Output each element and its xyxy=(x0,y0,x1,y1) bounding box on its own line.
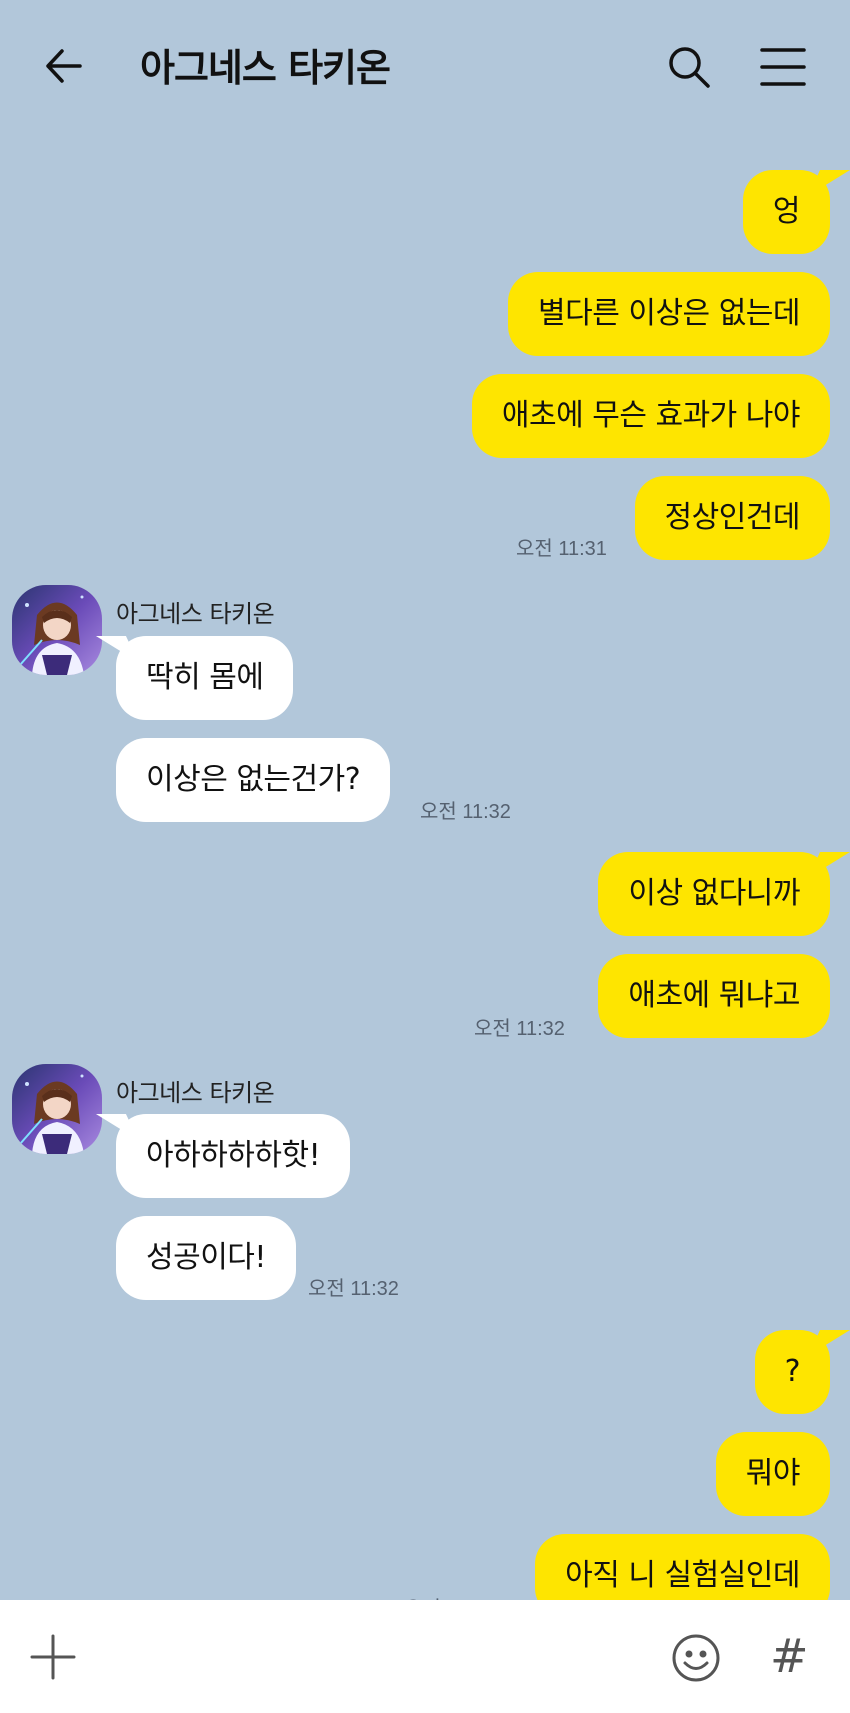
chat-area: 엉 별다른 이상은 없는데 애초에 무슨 효과가 나야 정상인건데 오전 11:… xyxy=(0,0,850,1600)
message-timestamp: 오전 11:31 xyxy=(516,538,607,560)
message-text: ? xyxy=(784,1354,801,1389)
avatar[interactable] xyxy=(12,585,102,675)
message-bubble-outgoing[interactable]: 정상인건데 xyxy=(634,476,830,560)
message-bubble-outgoing[interactable]: 애초에 뭐냐고 xyxy=(598,954,830,1038)
message-text: 애초에 무슨 효과가 나야 xyxy=(501,398,801,433)
message-bubble-outgoing[interactable]: 이상 없다니까 xyxy=(598,852,830,936)
message-bubble-outgoing[interactable]: ? xyxy=(754,1330,830,1414)
attach-button[interactable] xyxy=(28,1632,78,1682)
back-button[interactable] xyxy=(40,42,88,90)
message-bubble-incoming[interactable]: 이상은 없는건가? xyxy=(116,738,391,822)
message-text: 정상인건데 xyxy=(664,500,801,535)
message-bubble-outgoing[interactable]: 아직 니 실험실인데 xyxy=(535,1534,830,1600)
sender-name: 아그네스 타키온 xyxy=(116,600,275,628)
message-text: 이상은 없는건가? xyxy=(146,762,361,797)
message-timestamp: 오전 11:32 xyxy=(420,801,511,823)
message-bubble-incoming[interactable]: 성공이다! xyxy=(116,1216,296,1300)
message-text: 이상 없다니까 xyxy=(628,876,800,911)
hamburger-menu-icon xyxy=(760,48,806,86)
message-bubble-outgoing[interactable]: 별다른 이상은 없는데 xyxy=(508,272,830,356)
search-icon xyxy=(669,47,710,88)
emoji-button[interactable] xyxy=(670,1632,722,1684)
hashtag-search-button[interactable]: # xyxy=(770,1626,809,1686)
message-timestamp: 오전 11:32 xyxy=(474,1018,565,1040)
message-bubble-incoming[interactable]: 딱히 몸에 xyxy=(116,636,294,720)
avatar[interactable] xyxy=(12,1064,102,1154)
sender-name: 아그네스 타키온 xyxy=(116,1079,275,1107)
message-text: 엉 xyxy=(772,194,801,229)
message-bubble-outgoing[interactable]: 엉 xyxy=(742,170,830,254)
message-text: 성공이다! xyxy=(146,1240,266,1275)
message-text: 별다른 이상은 없는데 xyxy=(538,296,800,331)
message-text: 뭐야 xyxy=(745,1456,801,1491)
emoji-icon xyxy=(672,1634,720,1682)
message-text: 아하하하하핫! xyxy=(146,1138,321,1173)
menu-button[interactable] xyxy=(758,44,808,90)
plus-icon xyxy=(30,1634,76,1680)
message-timestamp: 오전 11:32 xyxy=(308,1278,399,1300)
message-text: 딱히 몸에 xyxy=(146,660,264,695)
arrow-left-icon xyxy=(46,49,82,83)
chat-title: 아그네스 타키온 xyxy=(140,46,391,90)
chat-header: 아그네스 타키온 xyxy=(0,0,850,135)
message-text: 애초에 뭐냐고 xyxy=(628,978,800,1013)
message-text: 아직 니 실험실인데 xyxy=(565,1558,800,1593)
message-timestamp: 오전 11:32 xyxy=(404,1592,495,1600)
search-button[interactable] xyxy=(664,42,714,92)
message-bubble-outgoing[interactable]: 애초에 무슨 효과가 나야 xyxy=(471,374,830,458)
message-input-bar[interactable]: # xyxy=(0,1600,850,1713)
message-bubble-incoming[interactable]: 아하하하하핫! xyxy=(116,1114,351,1198)
message-bubble-outgoing[interactable]: 뭐야 xyxy=(715,1432,830,1516)
